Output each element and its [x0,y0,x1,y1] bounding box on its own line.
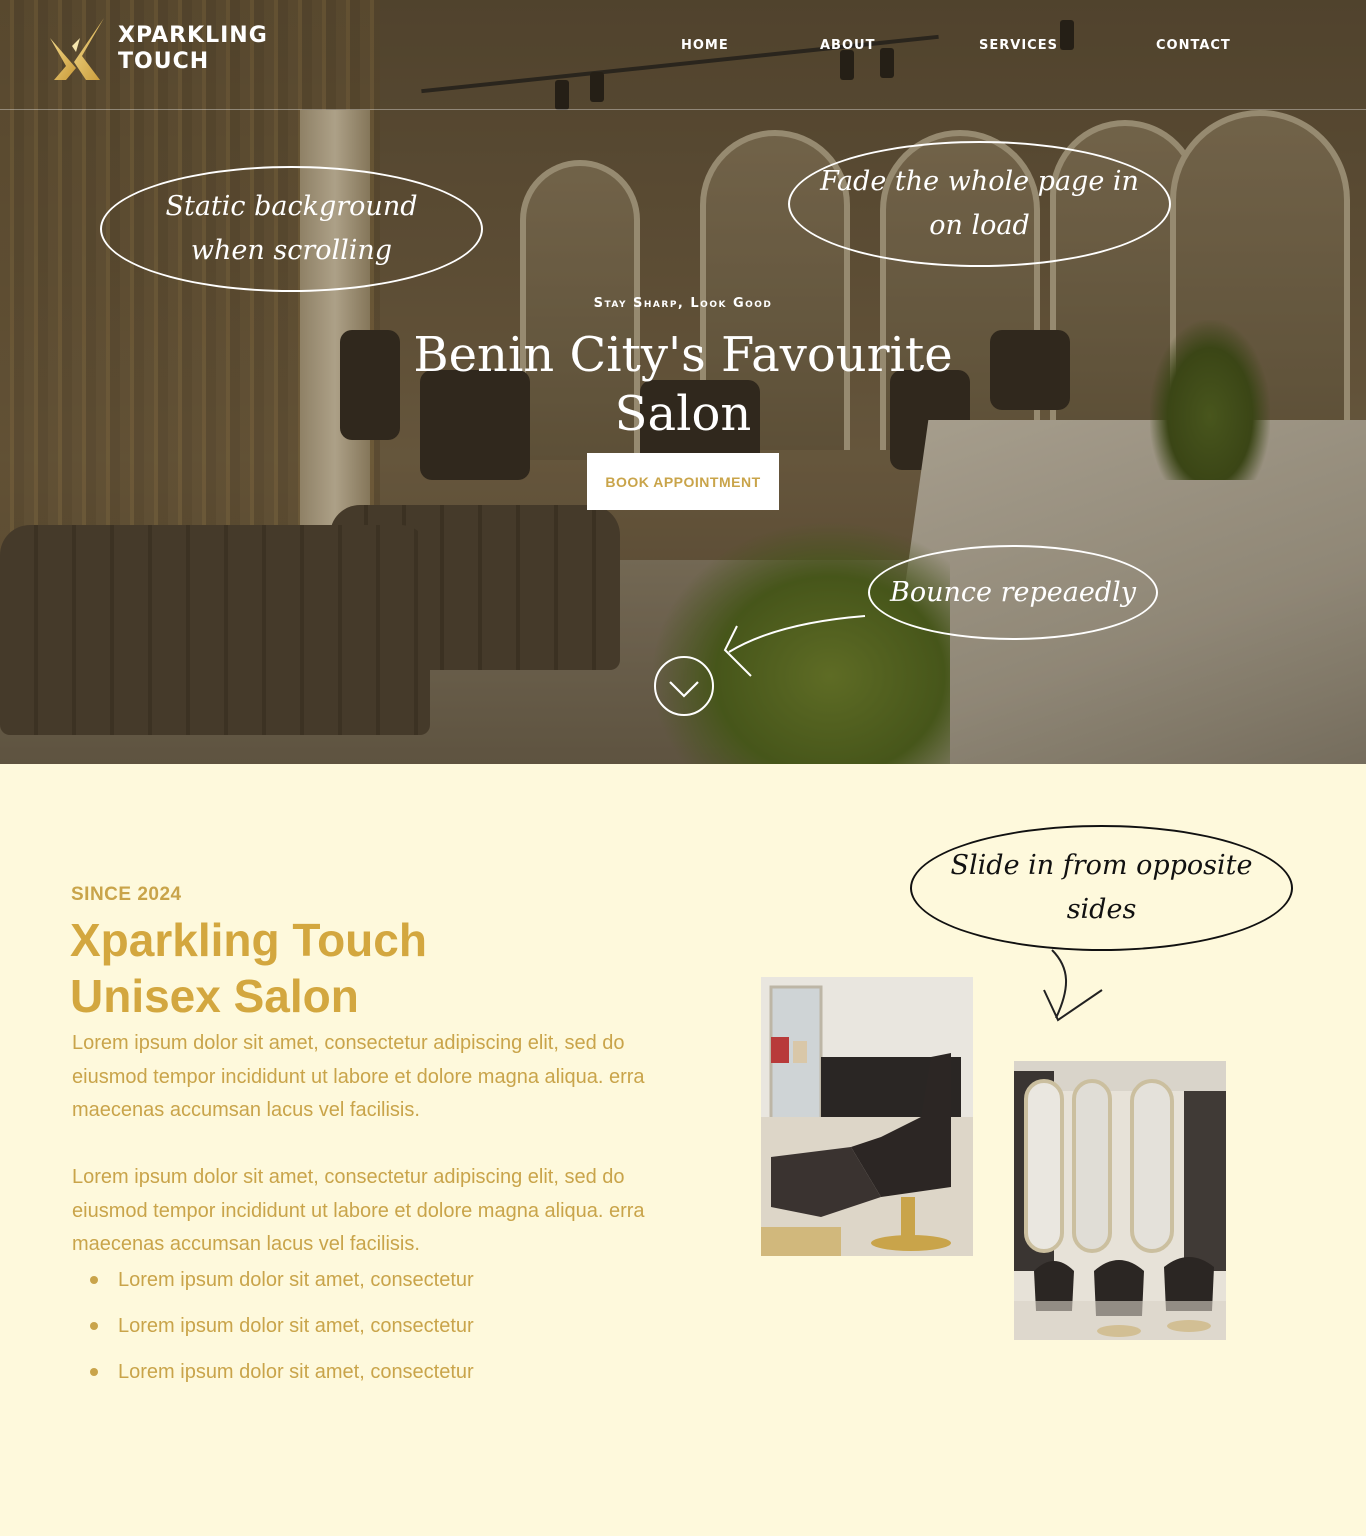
chevron-down-icon [669,681,699,698]
feature-list: Lorem ipsum dolor sit amet, consectetur … [90,1264,690,1402]
nav-links: HOME ABOUT SERVICES CONTACT [0,38,1366,58]
nav-about[interactable]: ABOUT [820,38,875,53]
hero-title: Benin City's Favourite Salon [413,327,953,442]
hero-section: XPARKLING TOUCH HOME ABOUT SERVICES CONT… [0,0,1366,764]
since-label: SINCE 2024 [71,884,182,905]
curved-arrow-icon [1043,949,1103,1022]
annotation-slide-in: Slide in from opposite sides [910,825,1293,951]
about-paragraph-1: Lorem ipsum dolor sit amet, consectetur … [72,1032,645,1121]
nav-home[interactable]: HOME [681,38,729,53]
book-appointment-button[interactable]: BOOK APPOINTMENT [587,453,779,510]
about-title: Xparkling Touch Unisex Salon [70,914,427,1022]
list-item: Lorem ipsum dolor sit amet, consectetur [90,1310,690,1356]
salon-chairs-photo [761,977,973,1256]
annotation-static-background: Static background when scrolling [100,166,483,292]
about-paragraph-2: Lorem ipsum dolor sit amet, consectetur … [72,1166,645,1255]
about-section: SINCE 2024 Xparkling Touch Unisex Salon … [0,764,1366,1536]
list-item: Lorem ipsum dolor sit amet, consectetur [90,1264,690,1310]
scroll-down-button[interactable] [654,656,714,716]
hero-tagline: Stay Sharp, Look Good [593,296,773,311]
nav-contact[interactable]: CONTACT [1156,38,1231,53]
annotation-fade-in: Fade the whole page in on load [788,141,1171,267]
annotation-bounce: Bounce repeaedly [868,545,1158,640]
curved-arrow-icon [723,615,866,677]
salon-mirrors-photo [1014,1061,1226,1340]
list-item: Lorem ipsum dolor sit amet, consectetur [90,1356,690,1402]
top-navigation: XPARKLING TOUCH HOME ABOUT SERVICES CONT… [0,0,1366,110]
nav-services[interactable]: SERVICES [979,38,1058,53]
